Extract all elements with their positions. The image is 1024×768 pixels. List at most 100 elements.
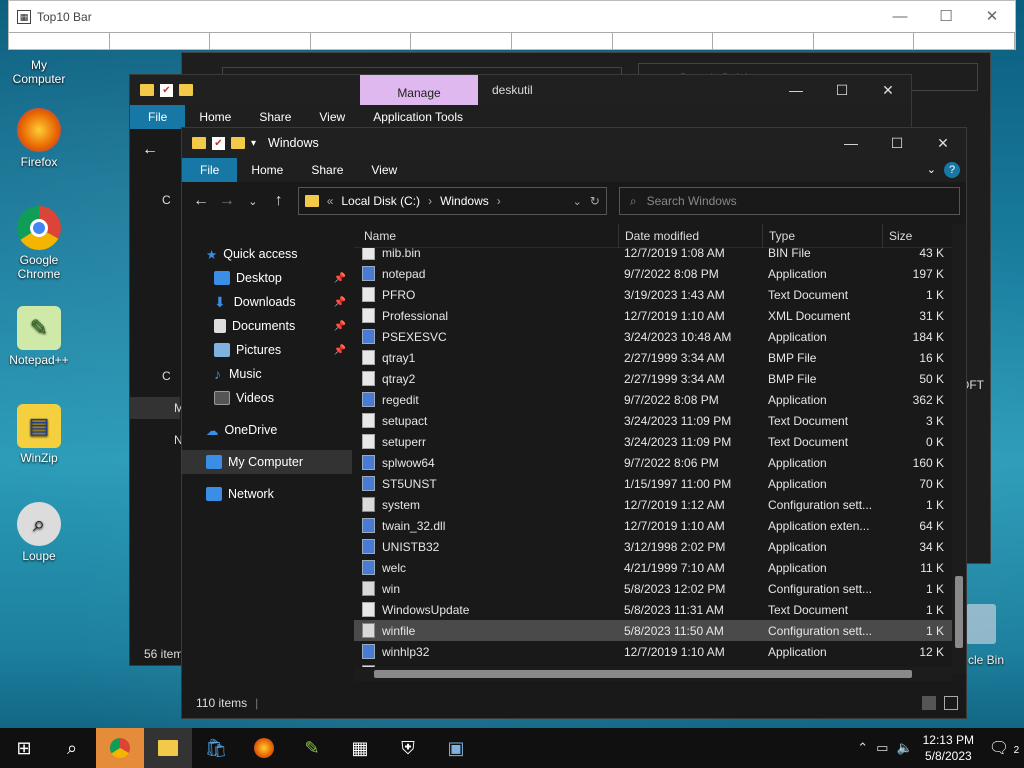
column-header-size[interactable]: Size <box>882 223 952 248</box>
nav-item-onedrive[interactable]: ☁ OneDrive <box>182 418 352 442</box>
top10-slot[interactable] <box>9 33 110 50</box>
start-button[interactable]: ⊞ <box>0 728 48 768</box>
nav-item-my-computer[interactable]: My Computer <box>182 450 352 474</box>
volume-icon[interactable]: 🔈 <box>896 740 912 756</box>
column-header-type[interactable]: Type <box>762 223 882 248</box>
table-row[interactable]: setuperr 3/24/2023 11:09 PM Text Document 0… <box>354 431 966 452</box>
taskbar-top10[interactable]: ▦ <box>336 728 384 768</box>
up-arrow-icon[interactable]: ↑ <box>266 192 292 210</box>
scroll-thumb[interactable] <box>955 576 963 648</box>
desktop-icon-chrome[interactable]: Google Chrome <box>3 206 75 281</box>
top10-slot[interactable] <box>613 33 714 50</box>
table-row[interactable]: winhlp32 12/7/2019 1:10 AM Application 12 K <box>354 641 966 662</box>
top10-close-button[interactable]: ✕ <box>969 1 1015 32</box>
details-view-icon[interactable] <box>922 696 936 710</box>
breadcrumb-local-disk[interactable]: Local Disk (C:) <box>341 194 420 208</box>
taskbar-security[interactable]: ⛨ <box>384 728 432 768</box>
taskbar-store[interactable]: 🛍 <box>192 728 240 768</box>
table-row[interactable]: twain_32.dll 12/7/2019 1:10 AM Application… <box>354 515 966 536</box>
top10-slot[interactable] <box>713 33 814 50</box>
column-header-date[interactable]: Date modified <box>618 223 762 248</box>
desktop-icon-my-computer[interactable]: My Computer <box>3 58 75 86</box>
expand-ribbon-icon[interactable]: ⌄ <box>927 158 936 182</box>
vertical-scrollbar[interactable] <box>952 224 966 674</box>
taskbar-file-explorer[interactable] <box>144 728 192 768</box>
overflow-chevron-icon[interactable]: « <box>327 194 334 208</box>
maximize-button[interactable]: ☐ <box>819 75 865 105</box>
table-row[interactable]: splwow64 9/7/2022 8:06 PM Application 160 K <box>354 452 966 473</box>
pin-icon[interactable]: 📌 <box>334 321 346 332</box>
desktop-icon-notepadpp[interactable]: ✎ Notepad++ <box>3 306 75 367</box>
nav-item-partial[interactable]: C <box>162 369 171 383</box>
ribbon-share-tab[interactable]: Share <box>245 105 305 129</box>
pin-icon[interactable]: 📌 <box>334 273 346 284</box>
desktop-icon-firefox[interactable]: Firefox <box>3 108 75 169</box>
properties-icon[interactable]: ✔ <box>212 136 225 150</box>
desktop-icon-loupe[interactable]: ⌕ Loupe <box>3 502 75 563</box>
top10-slot[interactable] <box>210 33 311 50</box>
properties-icon[interactable]: ✔ <box>160 83 173 97</box>
address-dropdown-icon[interactable]: ⌄ <box>573 195 582 208</box>
taskbar-firefox[interactable] <box>240 728 288 768</box>
nav-item-selected-partial[interactable] <box>130 397 180 419</box>
close-button[interactable]: ✕ <box>865 75 911 105</box>
table-row[interactable]: win 5/8/2023 12:02 PM Configuration sett..… <box>354 578 966 599</box>
nav-item-videos[interactable]: Videos <box>182 386 352 410</box>
pin-icon[interactable]: 📌 <box>334 297 346 308</box>
top10-slot[interactable] <box>512 33 613 50</box>
minimize-button[interactable]: — <box>773 75 819 105</box>
table-row[interactable]: system 12/7/2019 1:12 AM Configuration set… <box>354 494 966 515</box>
top10-slot[interactable] <box>411 33 512 50</box>
refresh-icon[interactable]: ↻ <box>590 194 600 208</box>
ribbon-file-tab[interactable]: File <box>182 158 238 182</box>
back-arrow-icon[interactable]: ← <box>142 141 158 159</box>
nav-item-partial[interactable]: C <box>162 193 171 207</box>
breadcrumb-separator-icon[interactable]: › <box>497 194 501 208</box>
breadcrumb-separator-icon[interactable]: › <box>428 194 432 208</box>
customize-toolbar-icon[interactable]: ▾ <box>251 138 256 149</box>
ribbon-share-tab[interactable]: Share <box>297 158 357 182</box>
top10-slot[interactable] <box>814 33 915 50</box>
taskbar-notepadpp[interactable]: ✎ <box>288 728 336 768</box>
search-button[interactable]: ⌕ <box>48 728 96 768</box>
back-arrow-icon[interactable]: ← <box>188 192 214 210</box>
nav-item-network[interactable]: Network <box>182 482 352 506</box>
table-row[interactable]: qtray1 2/27/1999 3:34 AM BMP File 16 K <box>354 347 966 368</box>
table-row[interactable]: PSEXESVC 3/24/2023 10:48 AM Application 184… <box>354 326 966 347</box>
top10-slot[interactable] <box>110 33 211 50</box>
help-icon[interactable]: ? <box>944 162 960 178</box>
taskbar-chrome[interactable] <box>96 728 144 768</box>
horizontal-scrollbar[interactable] <box>354 667 952 681</box>
pin-icon[interactable]: 📌 <box>334 345 346 356</box>
recent-locations-icon[interactable]: ⌄ <box>240 195 266 208</box>
clock[interactable]: 12:13 PM 5/8/2023 <box>923 732 974 764</box>
desktop-icon-winzip[interactable]: ▤ WinZip <box>3 404 75 465</box>
network-icon[interactable]: ▭ <box>876 740 888 756</box>
show-hidden-icons-icon[interactable]: ⌃ <box>857 740 868 756</box>
nav-item-music[interactable]: ♪ Music <box>182 362 352 386</box>
large-icons-view-icon[interactable] <box>944 696 958 710</box>
top10-slot[interactable] <box>914 33 1015 50</box>
table-row[interactable]: setupact 3/24/2023 11:09 PM Text Document 3… <box>354 410 966 431</box>
table-row[interactable]: notepad 9/7/2022 8:08 PM Application 197 K <box>354 263 966 284</box>
table-row[interactable]: ST5UNST 1/15/1997 11:00 PM Application 70 K <box>354 473 966 494</box>
table-row[interactable]: winfile 5/8/2023 11:50 AM Configuration se… <box>354 620 966 641</box>
recycle-bin-icon[interactable] <box>966 604 996 644</box>
notification-center-button[interactable]: 🗨 2 <box>984 738 1024 758</box>
taskbar-app[interactable]: ▣ <box>432 728 480 768</box>
table-row[interactable]: Professional 12/7/2019 1:10 AM XML Documen… <box>354 305 966 326</box>
top10-maximize-button[interactable]: ☐ <box>923 1 969 32</box>
top10-slot[interactable] <box>311 33 412 50</box>
nav-item-quick-access[interactable]: ★ Quick access <box>182 242 352 266</box>
search-input[interactable]: ⌕ Search Windows <box>618 187 960 215</box>
minimize-button[interactable]: — <box>828 128 874 158</box>
ribbon-application-tools-tab[interactable]: Application Tools <box>359 105 477 129</box>
scroll-thumb[interactable] <box>374 670 912 678</box>
table-row[interactable]: welc 4/21/1999 7:10 AM Application 11 K <box>354 557 966 578</box>
breadcrumb-windows[interactable]: Windows <box>440 194 489 208</box>
nav-item-desktop[interactable]: Desktop 📌 <box>182 266 352 290</box>
table-row[interactable]: UNISTB32 3/12/1998 2:02 PM Application 34 K <box>354 536 966 557</box>
ribbon-home-tab[interactable]: Home <box>185 105 245 129</box>
table-row[interactable]: mib.bin 12/7/2019 1:08 AM BIN File 43 K <box>354 248 966 263</box>
column-header-name[interactable]: Name <box>354 224 618 248</box>
